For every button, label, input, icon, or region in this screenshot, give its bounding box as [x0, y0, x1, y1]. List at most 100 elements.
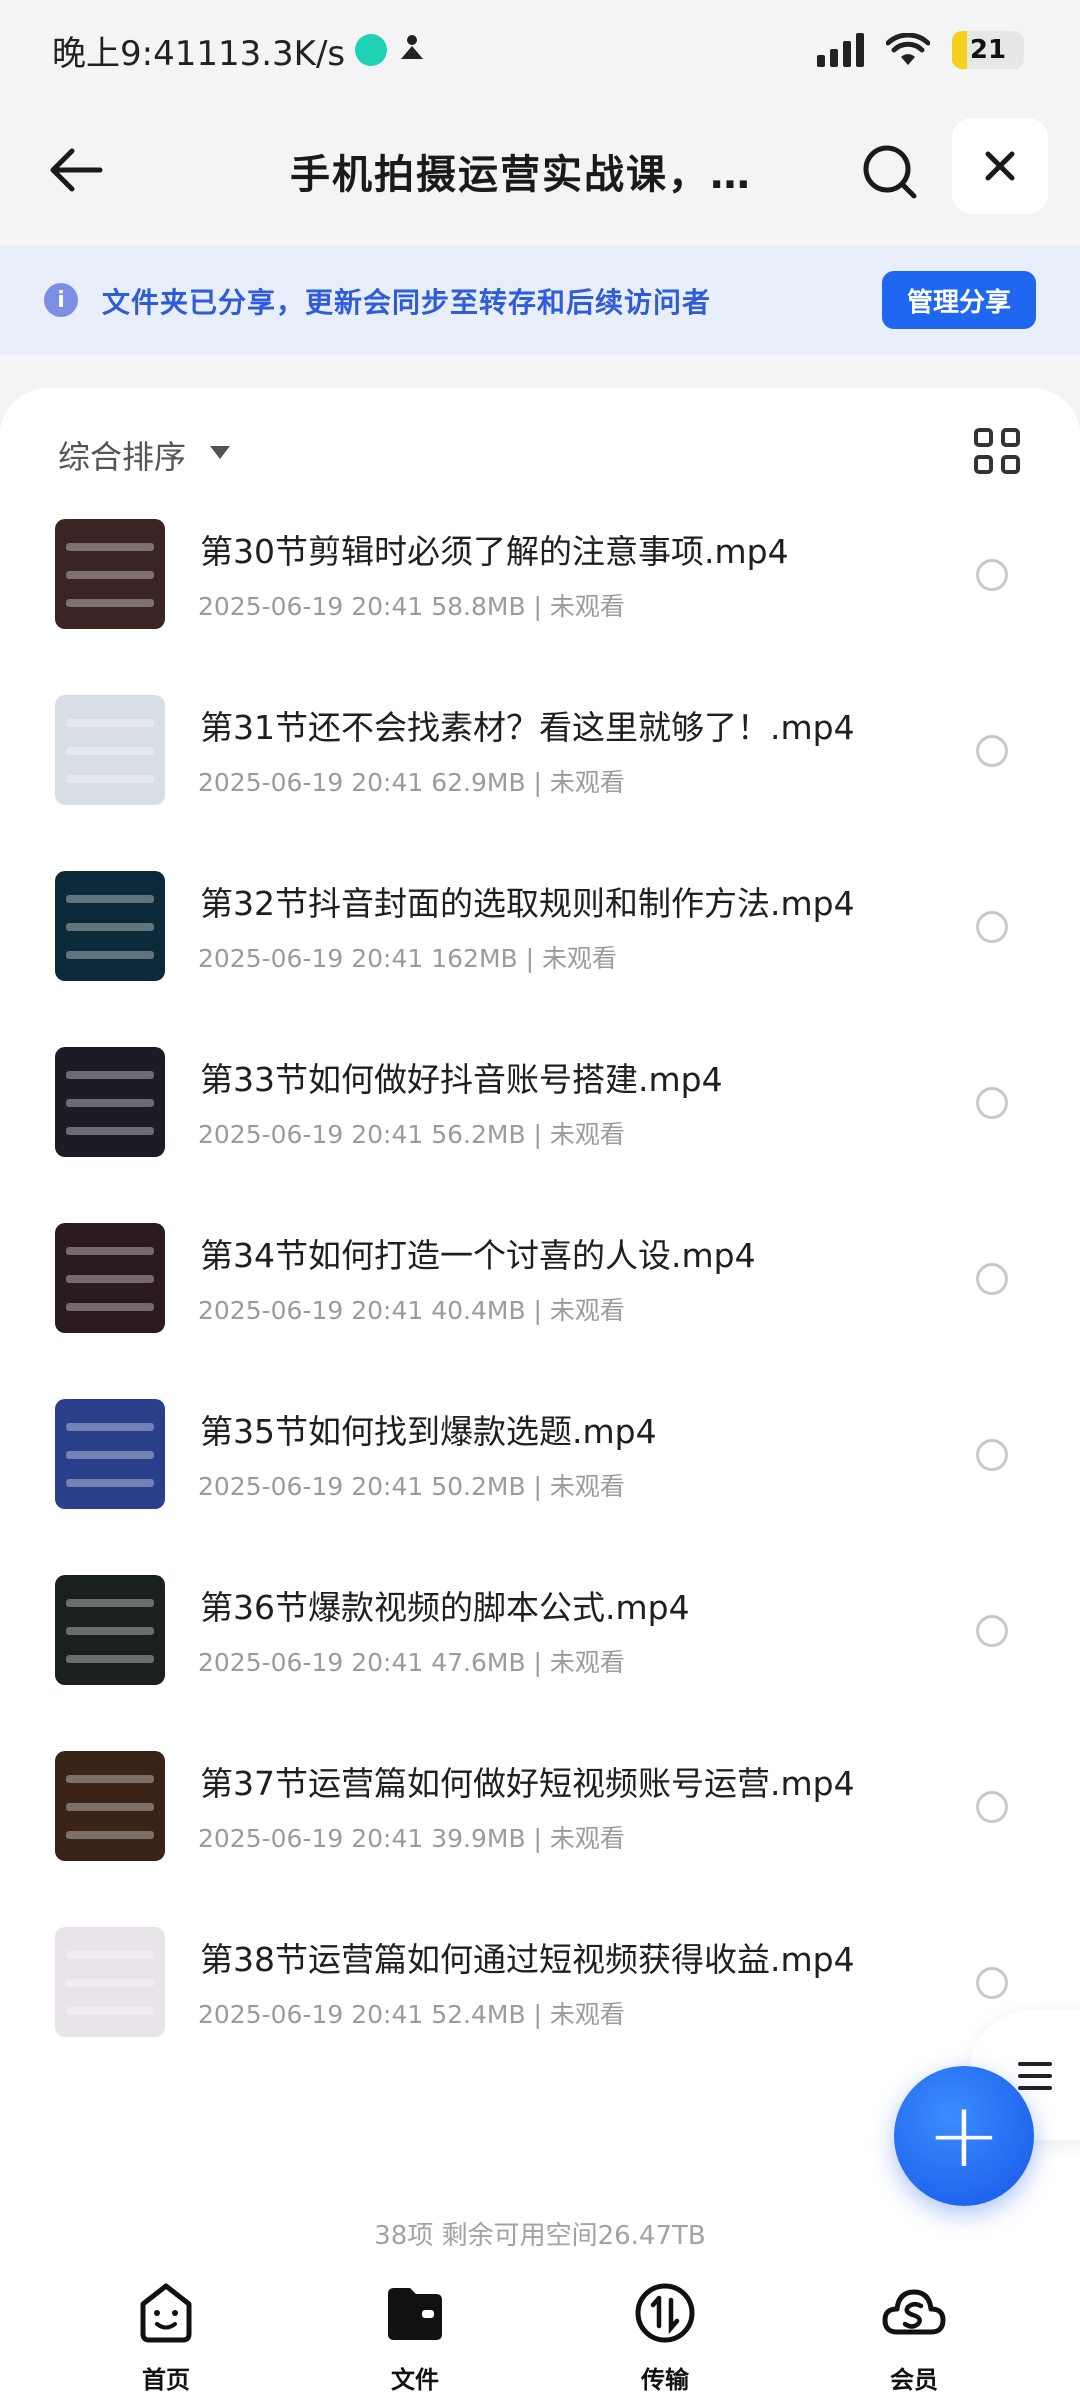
nav-transfer-label: 传输	[641, 2366, 689, 2394]
transfer-icon	[635, 2283, 695, 2343]
select-radio[interactable]	[976, 1791, 1008, 1823]
thumbnail-detail	[66, 747, 154, 755]
file-name: 第33节如何做好抖音账号搭建.mp4	[200, 1060, 723, 1099]
thumbnail-detail	[66, 1275, 154, 1283]
bottom-nav: 首页 文件 传输 会员	[0, 2260, 1080, 2400]
video-thumbnail[interactable]	[55, 1751, 165, 1861]
search-icon	[863, 145, 917, 199]
video-thumbnail[interactable]	[55, 871, 165, 981]
video-thumbnail[interactable]	[55, 1927, 165, 2037]
add-fab-button[interactable]: +	[894, 2066, 1034, 2206]
file-row[interactable]: 第30节剪辑时必须了解的注意事项.mp4 2025-06-19 20:41 58.…	[0, 519, 1080, 695]
select-radio[interactable]	[976, 1263, 1008, 1295]
nav-vip[interactable]: 会员	[834, 2280, 994, 2395]
file-row[interactable]: 第34节如何打造一个讨喜的人设.mp4 2025-06-19 20:41 40.4…	[0, 1223, 1080, 1399]
storage-summary: 38项 剩余可用空间26.47TB	[374, 2221, 706, 2251]
thumbnail-detail	[66, 571, 154, 579]
nav-files[interactable]: 文件	[335, 2280, 495, 2395]
nav-files-label: 文件	[391, 2366, 439, 2394]
arrow-left-icon	[50, 148, 103, 192]
select-radio[interactable]	[976, 559, 1008, 591]
file-row[interactable]: 第37节运营篇如何做好短视频账号运营.mp4 2025-06-19 20:41 3…	[0, 1751, 1080, 1927]
file-meta: 2025-06-19 20:41 50.2MB | 未观看	[198, 1472, 625, 1501]
grid-view-icon[interactable]	[974, 428, 1020, 474]
nav-transfer[interactable]: 传输	[585, 2280, 745, 2395]
file-meta: 2025-06-19 20:41 40.4MB | 未观看	[198, 1296, 625, 1325]
select-radio[interactable]	[976, 735, 1008, 767]
file-name: 第36节爆款视频的脚本公式.mp4	[200, 1588, 690, 1627]
file-name: 第37节运营篇如何做好短视频账号运营.mp4	[200, 1764, 855, 1803]
thumbnail-detail	[66, 1951, 154, 1959]
share-notice-banner: i 文件夹已分享，更新会同步至转存和后续访问者 管理分享	[0, 245, 1080, 355]
file-meta: 2025-06-19 20:41 56.2MB | 未观看	[198, 1120, 625, 1149]
thumbnail-detail	[66, 1979, 154, 1987]
manage-share-button[interactable]: 管理分享	[882, 271, 1036, 329]
wifi-icon	[886, 33, 930, 65]
thumbnail-detail	[66, 1099, 154, 1107]
thumbnail-detail	[66, 1831, 154, 1839]
signal-icon	[817, 33, 864, 67]
close-button[interactable]	[952, 118, 1048, 214]
file-row[interactable]: 第38节运营篇如何通过短视频获得收益.mp4 2025-06-19 20:41 5…	[0, 1927, 1080, 2103]
caret-down-icon[interactable]	[210, 446, 230, 459]
file-name: 第32节抖音封面的选取规则和制作方法.mp4	[200, 884, 855, 923]
file-name: 第35节如何找到爆款选题.mp4	[200, 1412, 657, 1451]
person-icon	[397, 32, 427, 69]
close-icon	[985, 151, 1015, 181]
file-meta: 2025-06-19 20:41 62.9MB | 未观看	[198, 768, 625, 797]
file-row[interactable]: 第33节如何做好抖音账号搭建.mp4 2025-06-19 20:41 56.2M…	[0, 1047, 1080, 1223]
nav-home[interactable]: 首页	[86, 2280, 246, 2395]
info-icon: i	[44, 283, 78, 317]
thumbnail-detail	[66, 951, 154, 959]
file-row[interactable]: 第35节如何找到爆款选题.mp4 2025-06-19 20:41 50.2MB …	[0, 1399, 1080, 1575]
thumbnail-detail	[66, 775, 154, 783]
thumbnail-detail	[66, 1247, 154, 1255]
thumbnail-detail	[66, 1451, 154, 1459]
file-name: 第30节剪辑时必须了解的注意事项.mp4	[200, 532, 789, 571]
app-notification-icon	[355, 34, 388, 66]
thumbnail-detail	[66, 1303, 154, 1311]
select-radio[interactable]	[976, 1967, 1008, 1999]
file-meta: 2025-06-19 20:41 162MB | 未观看	[198, 944, 617, 973]
back-button[interactable]	[36, 130, 116, 210]
video-thumbnail[interactable]	[55, 1047, 165, 1157]
thumbnail-detail	[66, 1655, 154, 1663]
nav-vip-label: 会员	[890, 2366, 938, 2394]
file-row[interactable]: 第31节还不会找素材？看这里就够了！.mp4 2025-06-19 20:41 6…	[0, 695, 1080, 871]
status-right: 21	[817, 31, 1024, 69]
sort-dropdown[interactable]: 综合排序	[58, 432, 186, 478]
file-name: 第38节运营篇如何通过短视频获得收益.mp4	[200, 1940, 855, 1979]
header: 手机拍摄运营实战课，…	[0, 100, 1080, 245]
thumbnail-detail	[66, 895, 154, 903]
file-row[interactable]: 第32节抖音封面的选取规则和制作方法.mp4 2025-06-19 20:41 1…	[0, 871, 1080, 1047]
select-radio[interactable]	[976, 1439, 1008, 1471]
thumbnail-detail	[66, 1423, 154, 1431]
search-button[interactable]	[845, 127, 935, 217]
select-radio[interactable]	[976, 1615, 1008, 1647]
file-meta: 2025-06-19 20:41 39.9MB | 未观看	[198, 1824, 625, 1853]
thumbnail-detail	[66, 1803, 154, 1811]
page-title: 手机拍摄运营实战课，…	[290, 152, 752, 198]
select-radio[interactable]	[976, 1087, 1008, 1119]
vip-cloud-icon	[882, 2289, 946, 2335]
thumbnail-detail	[66, 599, 154, 607]
status-time: 晚上9:41113.3K/s	[52, 33, 346, 74]
video-thumbnail[interactable]	[55, 519, 165, 629]
home-smile-icon	[140, 2283, 192, 2343]
file-name: 第31节还不会找素材？看这里就够了！.mp4	[200, 708, 855, 747]
notice-text: 文件夹已分享，更新会同步至转存和后续访问者	[102, 286, 712, 319]
thumbnail-detail	[66, 1775, 154, 1783]
thumbnail-detail	[66, 543, 154, 551]
status-left: 晚上9:41113.3K/s	[52, 26, 427, 75]
thumbnail-detail	[66, 1479, 154, 1487]
select-radio[interactable]	[976, 911, 1008, 943]
thumbnail-detail	[66, 1127, 154, 1135]
video-thumbnail[interactable]	[55, 1223, 165, 1333]
battery-level: 21	[969, 35, 1007, 65]
thumbnail-detail	[66, 2007, 154, 2015]
video-thumbnail[interactable]	[55, 1575, 165, 1685]
video-thumbnail[interactable]	[55, 695, 165, 805]
file-meta: 2025-06-19 20:41 47.6MB | 未观看	[198, 1648, 625, 1677]
file-row[interactable]: 第36节爆款视频的脚本公式.mp4 2025-06-19 20:41 47.6MB…	[0, 1575, 1080, 1751]
video-thumbnail[interactable]	[55, 1399, 165, 1509]
